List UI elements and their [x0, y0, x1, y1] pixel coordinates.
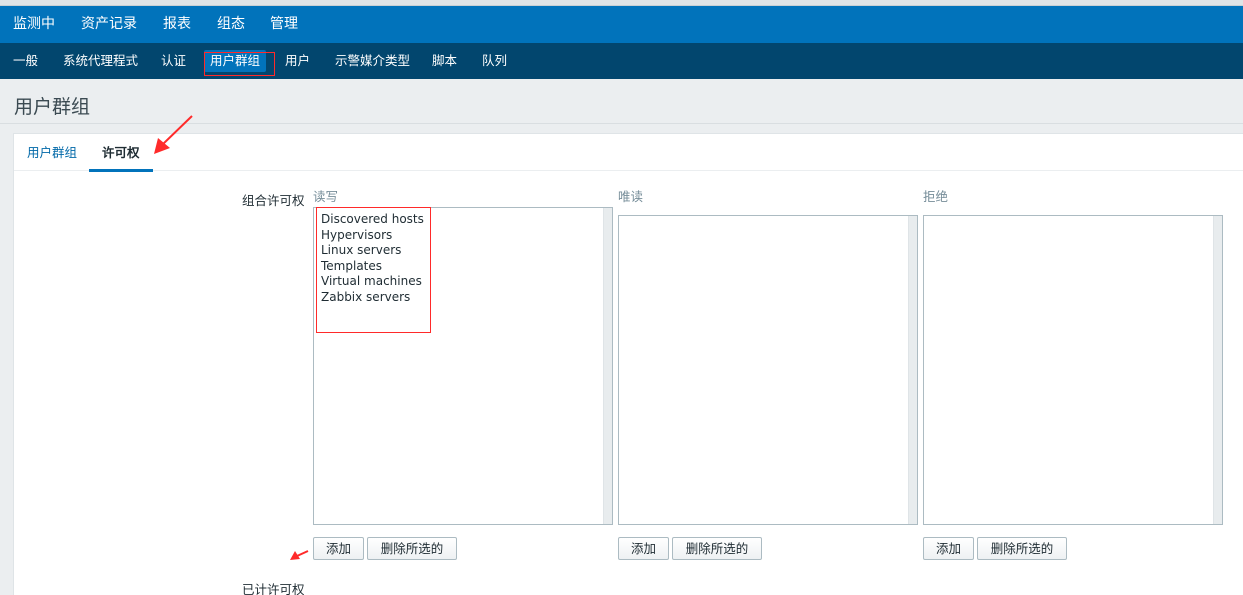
sub-nav-queue[interactable]: 队列 [482, 43, 507, 79]
tab-permissions[interactable]: 许可权 [89, 134, 152, 172]
read-only-add-button[interactable]: 添加 [618, 537, 669, 560]
group-permissions-label: 组合许可权 [242, 193, 305, 208]
main-nav-configuration[interactable]: 组态 [217, 6, 245, 43]
sub-nav-users[interactable]: 用户 [285, 43, 310, 79]
list-item[interactable]: Virtual machines [314, 274, 424, 290]
main-nav-monitoring[interactable]: 监测中 [13, 6, 55, 43]
scrollbar[interactable] [1213, 216, 1222, 524]
list-item[interactable]: Templates [314, 259, 424, 275]
list-item[interactable]: Hypervisors [314, 228, 424, 244]
read-write-listbox[interactable]: Discovered hosts Hypervisors Linux serve… [313, 207, 613, 525]
sub-nav-scripts[interactable]: 脚本 [432, 43, 457, 79]
scrollbar[interactable] [603, 208, 612, 524]
list-item[interactable]: Linux servers [314, 243, 424, 259]
divider [0, 123, 1243, 124]
deny-remove-button[interactable]: 删除所选的 [977, 537, 1067, 560]
sub-nav: 一般 系统代理程式 认证 用户群组 用户 示警媒介类型 脚本 队列 [0, 43, 1243, 79]
sub-nav-authentication[interactable]: 认证 [161, 43, 186, 79]
list-item[interactable]: Discovered hosts [314, 212, 424, 228]
read-write-heading: 读写 [313, 189, 339, 204]
read-only-heading: 唯读 [618, 189, 644, 204]
deny-listbox[interactable] [923, 215, 1223, 525]
read-write-add-button[interactable]: 添加 [313, 537, 364, 560]
sub-nav-proxies[interactable]: 系统代理程式 [63, 43, 138, 79]
main-nav-reports[interactable]: 报表 [163, 6, 191, 43]
tab-bar: 用户群组 许可权 [14, 134, 1243, 172]
sub-nav-media-types[interactable]: 示警媒介类型 [335, 43, 410, 79]
main-nav-inventory[interactable]: 资产记录 [81, 6, 137, 43]
calculated-permissions-label: 已计许可权 [242, 582, 305, 595]
deny-add-button[interactable]: 添加 [923, 537, 974, 560]
read-only-listbox[interactable] [618, 215, 918, 525]
tab-user-group[interactable]: 用户群组 [27, 134, 77, 171]
main-nav-administration[interactable]: 管理 [270, 6, 298, 43]
deny-heading: 拒绝 [923, 189, 949, 204]
sub-nav-general[interactable]: 一般 [13, 43, 38, 79]
read-only-remove-button[interactable]: 删除所选的 [672, 537, 762, 560]
sub-nav-user-groups[interactable]: 用户群组 [204, 50, 267, 72]
read-write-options: Discovered hosts Hypervisors Linux serve… [314, 212, 424, 305]
list-item[interactable]: Zabbix servers [314, 290, 424, 306]
read-write-remove-button[interactable]: 删除所选的 [367, 537, 457, 560]
page-title: 用户群组 [14, 96, 91, 118]
main-nav: 监测中 资产记录 报表 组态 管理 [0, 6, 1243, 43]
scrollbar[interactable] [908, 216, 917, 524]
